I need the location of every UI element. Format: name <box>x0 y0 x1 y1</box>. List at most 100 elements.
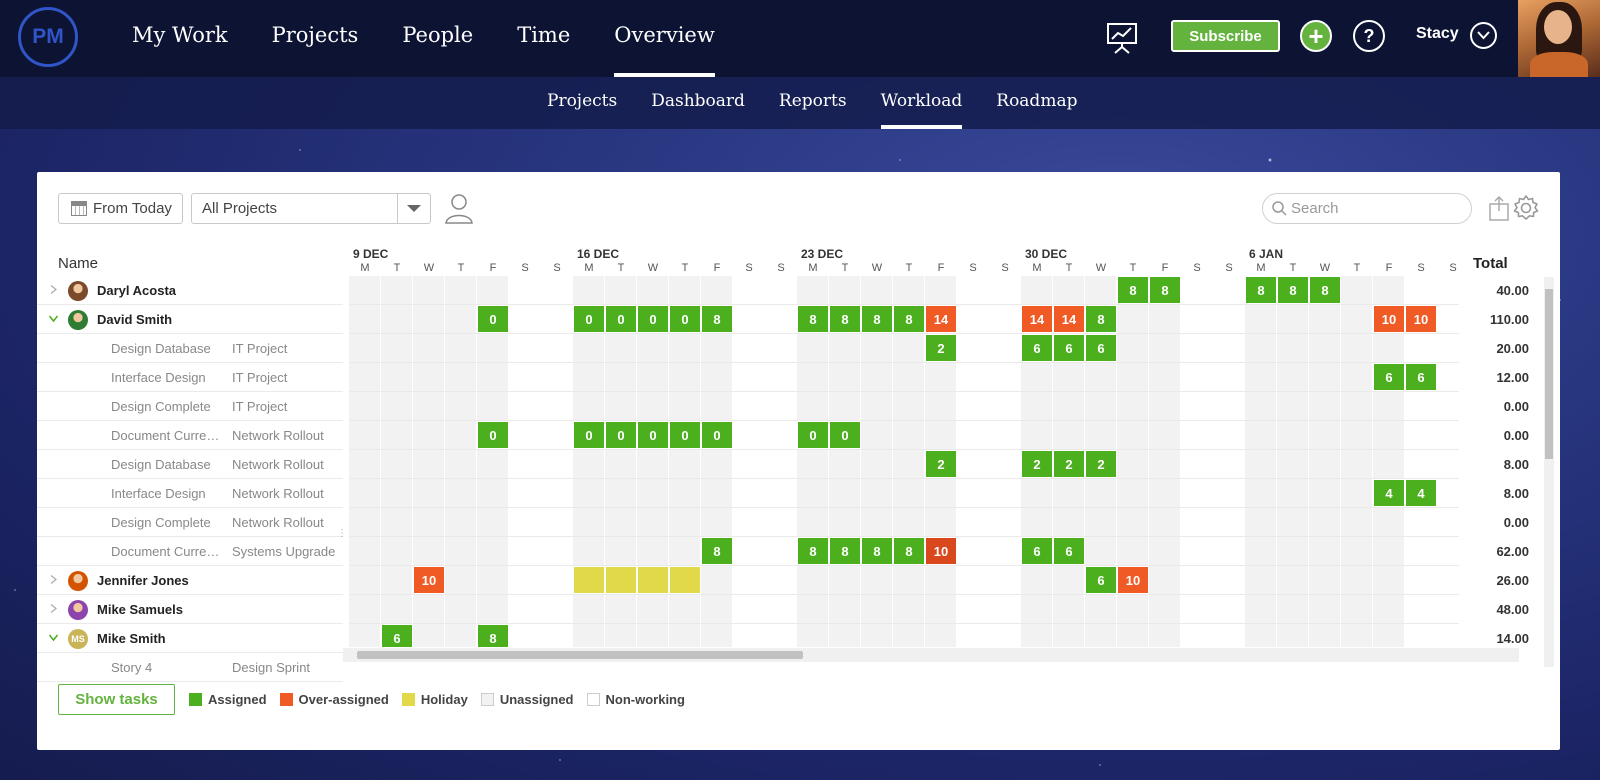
chevron-down-icon[interactable] <box>49 633 58 642</box>
assigned-cell[interactable]: 8 <box>893 537 925 565</box>
export-icon[interactable] <box>1489 195 1509 221</box>
vertical-scroll-thumb[interactable] <box>1545 289 1553 459</box>
person-row[interactable]: Jennifer Jones <box>37 566 343 595</box>
assigned-cell[interactable]: 0 <box>605 421 637 449</box>
assigned-cell[interactable]: 6 <box>1405 363 1437 391</box>
person-row[interactable]: David Smith <box>37 305 343 334</box>
person-row[interactable]: Mike Samuels <box>37 595 343 624</box>
assigned-cell[interactable]: 0 <box>573 421 605 449</box>
assigned-cell[interactable]: 8 <box>861 305 893 333</box>
assigned-cell[interactable]: 8 <box>829 305 861 333</box>
assigned-cell[interactable]: 2 <box>925 450 957 478</box>
task-row[interactable]: Design Complete IT Project <box>37 392 343 421</box>
add-icon[interactable]: + <box>1300 20 1332 52</box>
assigned-cell[interactable]: 8 <box>701 537 733 565</box>
main-nav-people[interactable]: People <box>380 0 495 77</box>
sub-nav-workload[interactable]: Workload <box>864 77 980 129</box>
task-row[interactable]: Document Current... Systems Upgrade <box>37 537 343 566</box>
search-input[interactable]: Search <box>1262 193 1472 224</box>
chevron-right-icon[interactable] <box>49 285 58 294</box>
over-assigned-cell[interactable]: 10 <box>925 537 957 565</box>
assigned-cell[interactable]: 0 <box>605 305 637 333</box>
main-nav-projects[interactable]: Projects <box>250 0 381 77</box>
over-assigned-cell[interactable]: 14 <box>1053 305 1085 333</box>
sub-nav-dashboard[interactable]: Dashboard <box>634 77 762 129</box>
app-logo[interactable]: PM <box>18 7 78 67</box>
presentation-icon[interactable] <box>1105 20 1139 54</box>
task-row[interactable]: Design Database Network Rollout <box>37 450 343 479</box>
assigned-cell[interactable]: 2 <box>925 334 957 362</box>
holiday-cell[interactable] <box>573 566 605 594</box>
assigned-cell[interactable]: 0 <box>637 421 669 449</box>
assigned-cell[interactable]: 0 <box>669 421 701 449</box>
task-row[interactable]: Interface Design Network Rollout <box>37 479 343 508</box>
dropdown-arrow[interactable] <box>397 194 430 223</box>
task-row[interactable]: Interface Design IT Project <box>37 363 343 392</box>
assigned-cell[interactable]: 4 <box>1373 479 1405 507</box>
main-nav-my-work[interactable]: My Work <box>110 0 250 77</box>
over-assigned-cell[interactable]: 10 <box>1373 305 1405 333</box>
assigned-cell[interactable]: 2 <box>1085 450 1117 478</box>
horizontal-scrollbar[interactable] <box>343 648 1519 662</box>
assigned-cell[interactable]: 2 <box>1053 450 1085 478</box>
assigned-cell[interactable]: 8 <box>893 305 925 333</box>
assigned-cell[interactable]: 6 <box>1021 334 1053 362</box>
assigned-cell[interactable]: 6 <box>1373 363 1405 391</box>
over-assigned-cell[interactable]: 10 <box>413 566 445 594</box>
chevron-right-icon[interactable] <box>49 575 58 584</box>
assigned-cell[interactable]: 0 <box>573 305 605 333</box>
assigned-cell[interactable]: 8 <box>1277 276 1309 304</box>
show-tasks-button[interactable]: Show tasks <box>58 684 175 715</box>
task-row[interactable]: Story 4 Design Sprint <box>37 653 343 682</box>
assigned-cell[interactable]: 0 <box>637 305 669 333</box>
assigned-cell[interactable]: 4 <box>1405 479 1437 507</box>
sub-nav-projects[interactable]: Projects <box>530 77 634 129</box>
chevron-down-icon[interactable] <box>1470 22 1497 49</box>
assigned-cell[interactable]: 8 <box>1149 276 1181 304</box>
main-nav-time[interactable]: Time <box>495 0 592 77</box>
task-row[interactable]: Document Current... Network Rollout <box>37 421 343 450</box>
person-filter-icon[interactable] <box>444 192 474 224</box>
over-assigned-cell[interactable]: 14 <box>1021 305 1053 333</box>
chevron-right-icon[interactable] <box>49 604 58 613</box>
assigned-cell[interactable]: 8 <box>829 537 861 565</box>
assigned-cell[interactable]: 2 <box>1021 450 1053 478</box>
assigned-cell[interactable]: 8 <box>797 537 829 565</box>
horizontal-scroll-thumb[interactable] <box>357 651 803 659</box>
project-filter-select[interactable]: All Projects <box>191 193 431 224</box>
sub-nav-reports[interactable]: Reports <box>762 77 864 129</box>
assigned-cell[interactable]: 6 <box>1085 334 1117 362</box>
holiday-cell[interactable] <box>669 566 701 594</box>
assigned-cell[interactable]: 6 <box>1053 537 1085 565</box>
assigned-cell[interactable]: 0 <box>477 421 509 449</box>
over-assigned-cell[interactable]: 10 <box>1405 305 1437 333</box>
holiday-cell[interactable] <box>605 566 637 594</box>
person-row[interactable]: MS Mike Smith <box>37 624 343 653</box>
sub-nav-roadmap[interactable]: Roadmap <box>979 77 1094 129</box>
chevron-down-icon[interactable] <box>49 314 58 323</box>
assigned-cell[interactable]: 6 <box>1053 334 1085 362</box>
assigned-cell[interactable]: 0 <box>477 305 509 333</box>
over-assigned-cell[interactable]: 14 <box>925 305 957 333</box>
help-icon[interactable]: ? <box>1353 20 1385 52</box>
assigned-cell[interactable]: 0 <box>669 305 701 333</box>
over-assigned-cell[interactable]: 10 <box>1117 566 1149 594</box>
user-name[interactable]: Stacy <box>1416 25 1459 43</box>
subscribe-button[interactable]: Subscribe <box>1171 20 1280 52</box>
task-row[interactable]: Design Database IT Project <box>37 334 343 363</box>
task-row[interactable]: Design Complete Network Rollout <box>37 508 343 537</box>
assigned-cell[interactable]: 0 <box>829 421 861 449</box>
assigned-cell[interactable]: 6 <box>381 624 413 647</box>
assigned-cell[interactable]: 8 <box>701 305 733 333</box>
holiday-cell[interactable] <box>637 566 669 594</box>
assigned-cell[interactable]: 8 <box>1117 276 1149 304</box>
assigned-cell[interactable]: 0 <box>701 421 733 449</box>
settings-gear-icon[interactable] <box>1512 194 1540 222</box>
assigned-cell[interactable]: 8 <box>1245 276 1277 304</box>
user-avatar[interactable] <box>1518 0 1600 77</box>
assigned-cell[interactable]: 8 <box>1085 305 1117 333</box>
main-nav-overview[interactable]: Overview <box>592 0 737 77</box>
assigned-cell[interactable]: 6 <box>1021 537 1053 565</box>
assigned-cell[interactable]: 8 <box>477 624 509 647</box>
assigned-cell[interactable]: 8 <box>1309 276 1341 304</box>
